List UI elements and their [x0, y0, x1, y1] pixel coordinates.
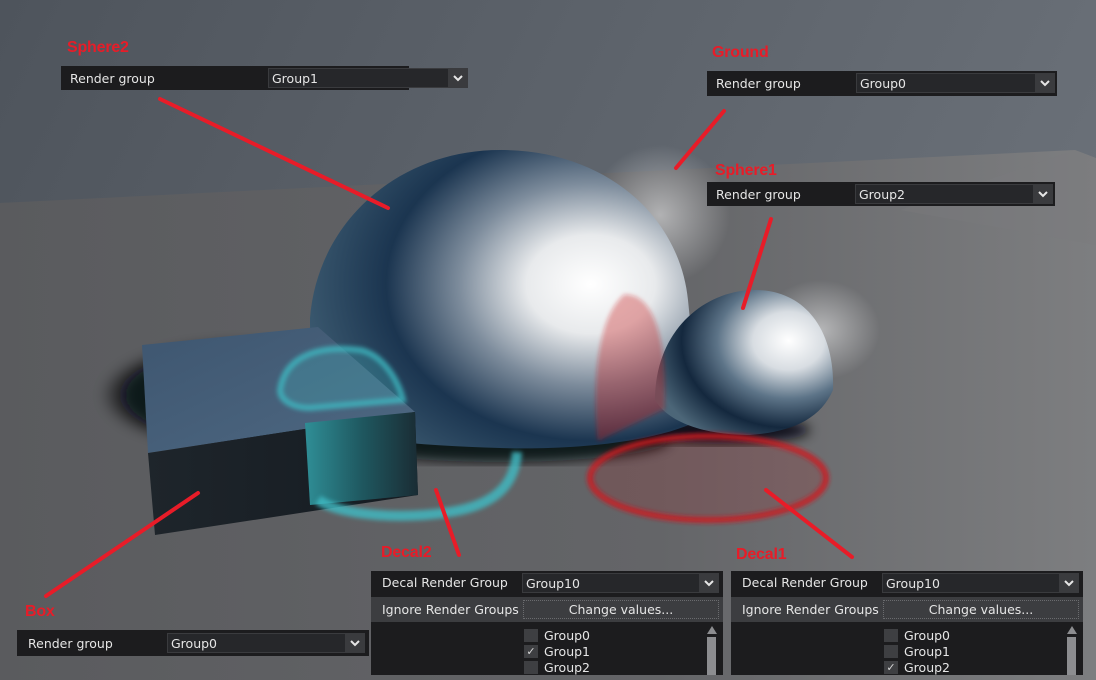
- check-icon: ✓: [526, 644, 536, 658]
- list-item[interactable]: Group0: [881, 627, 950, 643]
- decal1-render-group-row: Decal Render Group Group10: [731, 571, 1083, 595]
- sphere1-render-group-value: Group2: [859, 186, 906, 202]
- sphere1-label: Sphere1: [715, 162, 777, 179]
- list-item-label: Group0: [544, 627, 591, 643]
- checkbox-checked[interactable]: ✓: [524, 644, 538, 658]
- decal2-render-group-dropdown[interactable]: Group10: [522, 573, 719, 593]
- chevron-down-icon[interactable]: [1059, 574, 1078, 592]
- scrollbar[interactable]: [1067, 623, 1077, 675]
- list-item[interactable]: ✓ Group2: [881, 659, 950, 675]
- check-icon: ✓: [886, 660, 896, 674]
- list-item-label: Group0: [904, 627, 951, 643]
- sphere2-render-group-value: Group1: [272, 70, 319, 86]
- box-render-group-value: Group0: [171, 635, 218, 651]
- decal2-render-group-value: Group10: [526, 575, 580, 591]
- decal1-panel: Decal Render Group Group10 Ignore Render…: [731, 571, 1083, 675]
- decal1-render-group-dropdown[interactable]: Group10: [882, 573, 1079, 593]
- scroll-up-icon[interactable]: [1067, 626, 1077, 634]
- list-item-label: Group1: [904, 643, 951, 659]
- decal1-ignore-groups-list[interactable]: Group0 Group1 ✓ Group2: [881, 623, 1080, 675]
- checkbox[interactable]: [884, 628, 898, 642]
- sphere1-render-group-label: Render group: [716, 186, 801, 202]
- decal2-label: Decal2: [381, 544, 432, 561]
- chevron-down-icon[interactable]: [345, 634, 364, 652]
- decal1-change-values-button[interactable]: Change values...: [883, 600, 1079, 619]
- sphere2-render-group-dropdown[interactable]: Group1: [268, 68, 468, 88]
- ground-render-group-value: Group0: [860, 75, 907, 91]
- ground-render-group-label: Render group: [716, 76, 801, 91]
- sphere1-render-group-dropdown[interactable]: Group2: [855, 184, 1053, 204]
- list-item-label: Group2: [904, 659, 951, 675]
- ground-render-group-dropdown[interactable]: Group0: [856, 73, 1055, 93]
- list-item[interactable]: Group0: [521, 627, 590, 643]
- chevron-down-icon[interactable]: [1035, 74, 1054, 92]
- decal1-render-group-value: Group10: [886, 575, 940, 591]
- checkbox[interactable]: [524, 660, 538, 674]
- box-render-group-row: Render group Group0: [17, 630, 369, 656]
- chevron-down-icon[interactable]: [1033, 185, 1052, 203]
- chevron-down-icon[interactable]: [448, 69, 467, 87]
- checkbox-checked[interactable]: ✓: [884, 660, 898, 674]
- ground-label: Ground: [712, 44, 769, 61]
- scrollbar-thumb[interactable]: [1067, 637, 1076, 675]
- decal2-change-values-button[interactable]: Change values...: [523, 600, 719, 619]
- decal1-ignore-label: Ignore Render Groups: [742, 602, 879, 617]
- decal2-render-group-label: Decal Render Group: [382, 575, 508, 590]
- decal1-ignore-row: Ignore Render Groups Change values...: [731, 597, 1083, 622]
- ground-render-group-row: Render group Group0: [707, 71, 1057, 96]
- sphere1-render-group-row: Render group Group2: [707, 182, 1055, 206]
- decal2-ignore-row: Ignore Render Groups Change values...: [371, 597, 723, 622]
- scrollbar-thumb[interactable]: [707, 637, 716, 675]
- checkbox[interactable]: [884, 644, 898, 658]
- decal2-ignore-groups-list[interactable]: Group0 ✓ Group1 Group2: [521, 623, 720, 675]
- list-item[interactable]: Group1: [881, 643, 950, 659]
- decal2-render-group-row: Decal Render Group Group10: [371, 571, 723, 595]
- sphere2-label: Sphere2: [67, 39, 129, 56]
- list-item-label: Group1: [544, 643, 591, 659]
- checkbox[interactable]: [524, 628, 538, 642]
- list-item[interactable]: ✓ Group1: [521, 643, 590, 659]
- decal1-render-group-label: Decal Render Group: [742, 575, 868, 590]
- scrollbar[interactable]: [707, 623, 717, 675]
- list-item-label: Group2: [544, 659, 591, 675]
- decal2-ignore-label: Ignore Render Groups: [382, 602, 519, 617]
- box-render-group-dropdown[interactable]: Group0: [167, 633, 365, 653]
- chevron-down-icon[interactable]: [699, 574, 718, 592]
- scroll-up-icon[interactable]: [707, 626, 717, 634]
- box-label: Box: [25, 603, 55, 620]
- box-render-group-label: Render group: [28, 635, 113, 651]
- sphere2-render-group-row: Render group Group1: [61, 66, 468, 90]
- list-item[interactable]: Group2: [521, 659, 590, 675]
- sphere2-render-group-label: Render group: [70, 70, 155, 86]
- decal1-label: Decal1: [736, 546, 787, 563]
- decal2-panel: Decal Render Group Group10 Ignore Render…: [371, 571, 723, 675]
